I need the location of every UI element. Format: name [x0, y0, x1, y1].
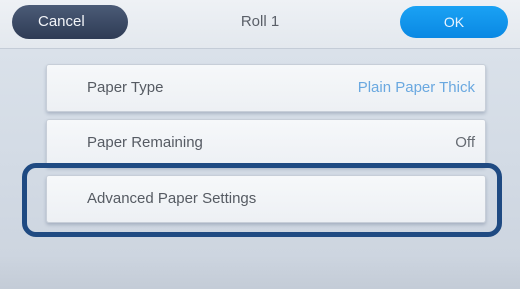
- paper-type-label: Paper Type: [87, 79, 164, 96]
- screen: Cancel Roll 1 OK Paper Type Plain Paper …: [0, 0, 520, 289]
- bottom-shade: [0, 256, 520, 289]
- paper-remaining-row[interactable]: Paper Remaining Off: [46, 119, 486, 167]
- paper-remaining-value: Off: [455, 134, 475, 151]
- ok-button[interactable]: OK: [400, 6, 508, 38]
- paper-remaining-label: Paper Remaining: [87, 134, 203, 151]
- selection-highlight: [22, 163, 502, 237]
- paper-type-row[interactable]: Paper Type Plain Paper Thick: [46, 64, 486, 112]
- paper-type-value: Plain Paper Thick: [357, 79, 475, 96]
- cancel-button[interactable]: Cancel: [12, 5, 128, 39]
- page-title: Roll 1: [240, 13, 280, 30]
- header-bar: Cancel Roll 1 OK: [0, 0, 520, 49]
